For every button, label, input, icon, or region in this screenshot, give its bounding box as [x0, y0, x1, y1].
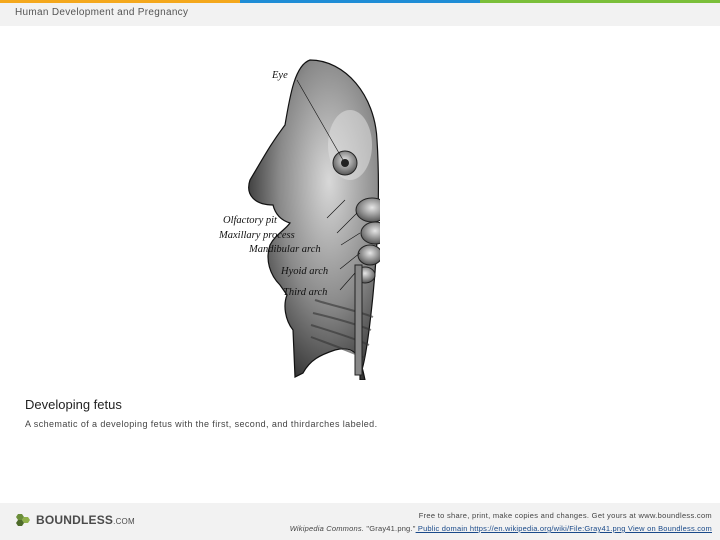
heart-tube-shape — [354, 264, 363, 376]
footer-attribution: Wikipedia Commons. "Gray41.png." Public … — [290, 524, 712, 533]
label-maxillary-process: Maxillary process — [218, 230, 295, 241]
hyoid-shape — [357, 244, 380, 266]
label-eye: Eye — [271, 70, 288, 81]
public-domain-link[interactable]: Public domain https://en.wikipedia.org/w… — [416, 524, 626, 533]
footer-license-text: Free to share, print, make copies and ch… — [418, 511, 712, 520]
label-olfactory-pit: Olfactory pit — [223, 215, 278, 226]
label-mandibular-arch: Mandibular arch — [248, 244, 321, 255]
pupil-shape — [341, 159, 349, 167]
source-title: "Gray41.png." — [364, 524, 416, 533]
label-third-arch: Third arch — [283, 287, 327, 298]
logo-suffix: .COM — [113, 517, 135, 526]
view-on-boundless-link[interactable]: View on Boundless.com — [626, 524, 712, 533]
logo-icon — [16, 514, 30, 526]
caption-title: Developing fetus — [25, 397, 122, 412]
boundless-logo[interactable]: BOUNDLESS.COM — [14, 513, 135, 527]
slide-header: Human Development and Pregnancy — [0, 3, 720, 26]
label-hyoid-arch: Hyoid arch — [280, 266, 328, 277]
logo-text: BOUNDLESS — [36, 513, 114, 527]
source-prefix: Wikipedia Commons. — [289, 524, 365, 533]
fetus-illustration: Eye Olfactory pit Maxillary process Mand… — [218, 59, 380, 380]
header-title: Human Development and Pregnancy — [15, 7, 189, 18]
caption-description: A schematic of a developing fetus with t… — [25, 419, 378, 429]
